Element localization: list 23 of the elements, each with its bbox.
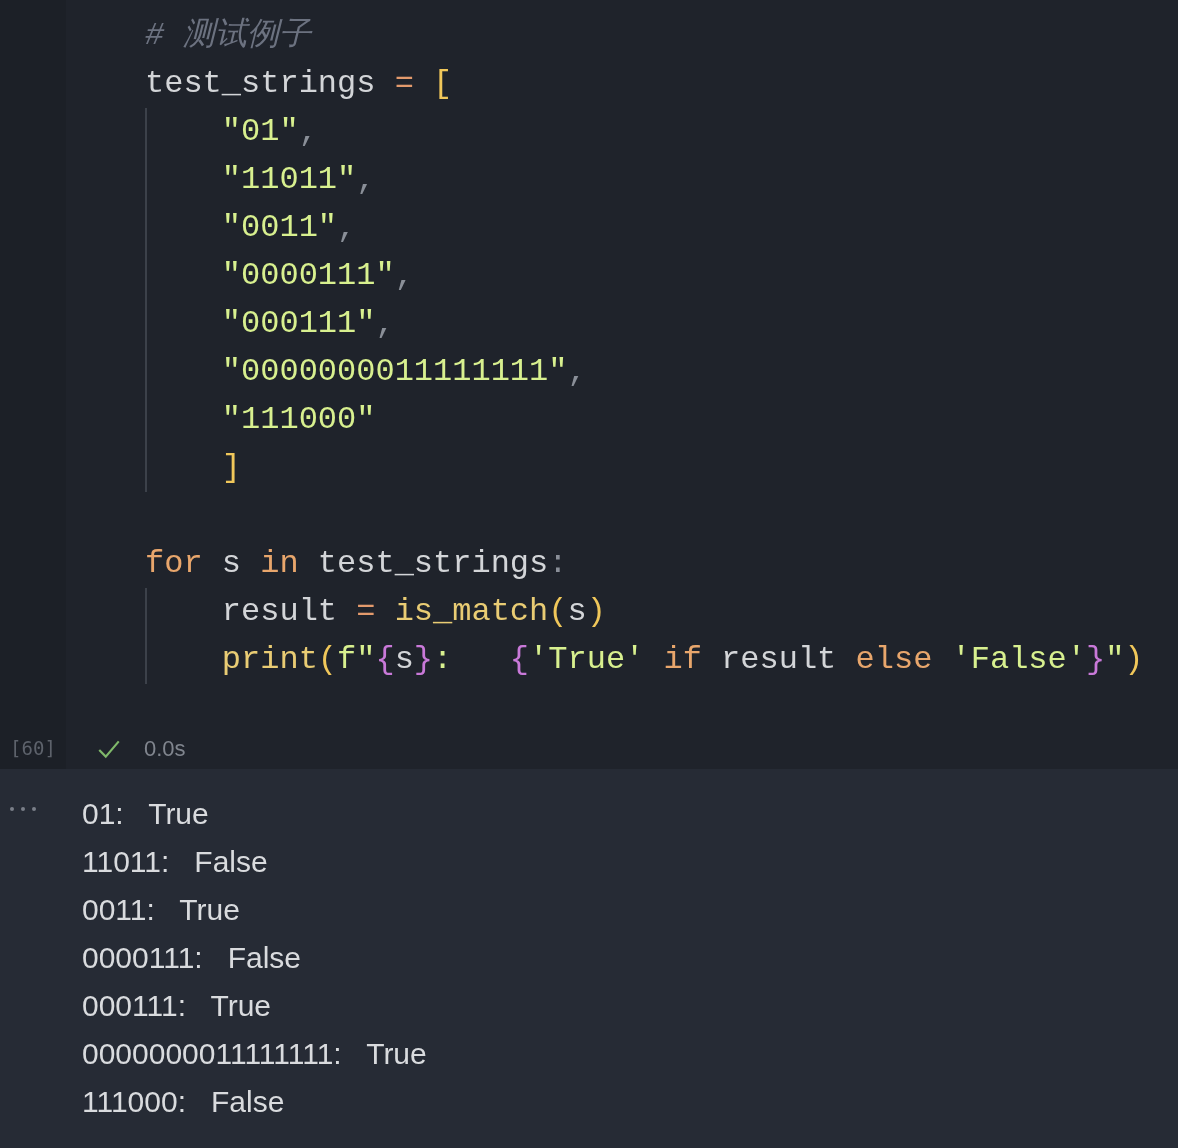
output-line: 0011: True xyxy=(82,893,240,926)
code-line: test_strings = [ xyxy=(145,65,453,102)
code-line: "0000111", xyxy=(221,257,414,294)
code-line: for s in test_strings: xyxy=(145,545,568,582)
code-line: result = is_match(s) xyxy=(221,593,606,630)
output-line: 11011: False xyxy=(82,845,268,878)
code-line: "01", xyxy=(221,113,318,150)
more-icon[interactable] xyxy=(8,806,38,812)
code-line: "000111", xyxy=(221,305,395,342)
output-line: 01: True xyxy=(82,797,209,830)
output-line: 000111: True xyxy=(82,989,272,1022)
output-line: 0000111: False xyxy=(82,941,302,974)
execution-count: [60] xyxy=(10,736,56,761)
code-line: # 测试例子 xyxy=(145,17,312,54)
code-line: ] xyxy=(221,449,241,486)
execution-time: 0.0s xyxy=(144,735,186,762)
code-line: "0000000011111111", xyxy=(221,353,587,390)
output-line: 0000000011111111: True xyxy=(82,1037,427,1070)
code-line: "11011", xyxy=(221,161,376,198)
code-line: "0011", xyxy=(221,209,357,246)
output-line: 111000: False xyxy=(82,1085,285,1118)
code-line: "111000" xyxy=(221,401,376,438)
code-line: print(f"{s}: {'True' if result else 'False'}") xyxy=(221,641,1144,678)
